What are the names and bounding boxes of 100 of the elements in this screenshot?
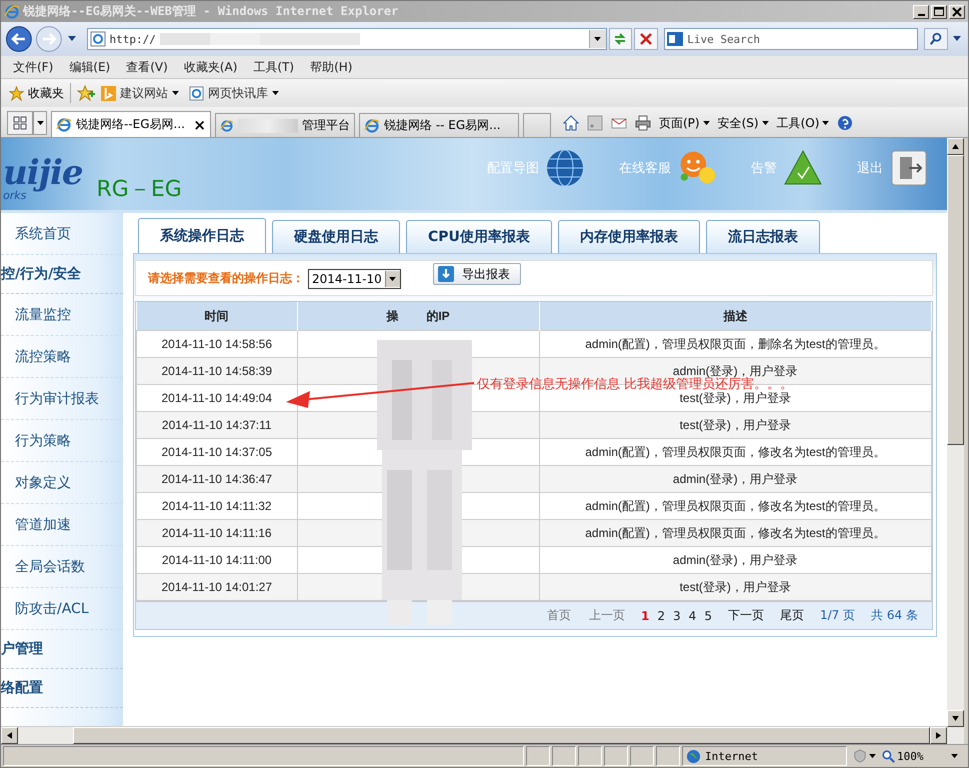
page-number-link[interactable]: 1 [641,608,650,622]
report-tab[interactable]: 流日志报表 [706,220,820,253]
page-number-link[interactable]: 3 [673,608,681,622]
help-icon[interactable] [837,115,854,131]
date-select[interactable]: 2014-11-10 [308,269,401,289]
report-tab[interactable]: 内存使用率报表 [558,220,700,253]
home-icon[interactable] [563,115,579,131]
window-title: 锐捷网络--EG易网关--WEB管理 - Windows Internet Explorer [23,3,400,20]
sidebar-item[interactable]: 防攻击/ACL [1,588,123,630]
favorites-link[interactable]: 建议网站 [101,84,179,102]
up-arrow-icon [952,144,959,149]
table-cell: admin(登录)，用户登录 [539,466,932,492]
scroll-right-button[interactable] [930,727,947,744]
command-menu[interactable]: 安全(S) [718,114,769,132]
scroll-left-button[interactable] [1,727,18,744]
bing-logo-icon [101,86,116,100]
menu-item[interactable]: 文件(F) [5,58,62,76]
first-page-link[interactable]: 首页 [547,607,572,624]
table-cell: 2014-11-10 14:37:11 [136,412,297,438]
status-panel [656,746,680,766]
minimize-icon [918,14,924,16]
page-number-link[interactable]: 4 [688,608,696,622]
add-favorite-icon[interactable] [77,85,95,101]
search-options-button[interactable] [953,36,961,42]
quick-tabs-button[interactable] [7,111,33,135]
table-cell: 2014-11-10 14:01:27 [136,574,297,600]
header-text: 的IP [426,308,450,322]
menu-item[interactable]: 收藏夹(A) [176,58,246,76]
status-panel [578,746,602,766]
table-cell: test(登录)，用户登录 [539,574,932,600]
menu-item[interactable]: 工具(T) [245,58,302,76]
table-cell: admin(配置)，管理员权限页面，修改名为test的管理员。 [539,520,932,546]
close-icon [952,6,962,16]
search-button[interactable] [924,28,948,50]
favorites-button[interactable]: 收藏夹 [9,84,64,102]
browser-tab[interactable]: 锐捷网络 -- EG易网... [359,113,519,137]
search-field[interactable]: Live Search [664,28,918,50]
tab-list-button[interactable] [33,111,47,135]
sidebar-item[interactable]: 对象定义 [1,462,123,504]
address-dropdown-button[interactable] [588,30,606,48]
sidebar-item[interactable]: 行为策略 [1,420,123,462]
maximize-icon [934,6,944,16]
caret-icon [389,276,396,282]
menu-item[interactable]: 查看(V) [118,58,176,76]
close-icon [638,31,654,47]
ie-logo-icon [364,118,380,134]
logo-text: uijie [3,156,82,190]
annotation-text: 仅有登录信息无操作信息 比我超级管理员还厉害。。。 [477,378,794,392]
globe-icon[interactable] [545,148,585,188]
sidebar-item[interactable]: 管道加速 [1,504,123,546]
vertical-scrollbar[interactable] [947,138,964,744]
sidebar-section[interactable]: 络配置 [1,669,123,708]
browser-tab[interactable]: 锐捷网络--EG易网... × [51,111,211,137]
scrollbar-thumb[interactable] [947,155,964,445]
report-tab[interactable]: 系统操作日志 [138,218,266,253]
next-page-link[interactable]: 下一页 [728,607,764,624]
scroll-down-button[interactable] [947,710,964,727]
close-button[interactable] [949,4,965,18]
page-number-link[interactable]: 5 [704,608,712,622]
menu-item[interactable]: 帮助(H) [302,58,360,76]
left-arrow-icon [7,732,12,739]
address-field[interactable]: http:// [86,28,607,50]
page-icon [189,86,204,100]
ie-logo-icon [56,116,72,132]
minimize-button[interactable] [913,4,929,18]
sidebar-section[interactable]: 控/行为/安全 [1,255,123,294]
exit-door-icon[interactable] [889,148,929,188]
report-tab[interactable]: 硬盘使用日志 [272,220,400,253]
back-button[interactable] [5,25,33,53]
close-tab-button[interactable]: × [193,116,206,134]
last-page-link[interactable]: 尾页 [780,607,804,624]
report-tab[interactable]: CPU使用率报表 [406,220,552,253]
feed-icon[interactable] [587,115,603,131]
page-number-link[interactable]: 2 [657,608,666,622]
maximize-button[interactable] [931,4,947,18]
export-button[interactable]: 导出报表 [432,263,521,285]
table-cell: test(登录)，用户登录 [539,412,932,438]
sidebar-section[interactable]: 户管理 [1,630,123,669]
favorites-link[interactable]: 网页快讯库 [189,84,279,102]
command-menu[interactable]: 工具(O) [776,114,830,132]
browser-tab[interactable]: 管理平台 [215,113,355,137]
stop-button[interactable] [634,28,658,50]
previous-page-link[interactable]: 上一页 [589,607,626,624]
ie-logo-icon [4,4,20,20]
header-text: 时间 [204,308,228,322]
menu-item[interactable]: 编辑(E) [61,58,118,76]
history-dropdown-button[interactable] [68,36,76,42]
shield-icon [853,749,867,763]
sidebar-item[interactable]: 系统首页 [1,213,123,255]
command-menu[interactable]: 页面(P) [659,114,710,132]
print-icon[interactable] [635,115,651,131]
scroll-up-button[interactable] [947,138,964,155]
table-cell: admin(配置)，管理员权限页面，删除名为test的管理员。 [539,330,932,358]
sidebar-item[interactable]: 行为审计报表 [1,378,123,420]
sidebar-item[interactable]: 流控策略 [1,336,123,378]
zoom-button[interactable]: 100% [882,750,966,762]
sidebar-item[interactable]: 全局会话数 [1,546,123,588]
sidebar-item[interactable]: 流量监控 [1,294,123,336]
caret-icon [951,754,958,758]
status-panel [552,746,576,766]
